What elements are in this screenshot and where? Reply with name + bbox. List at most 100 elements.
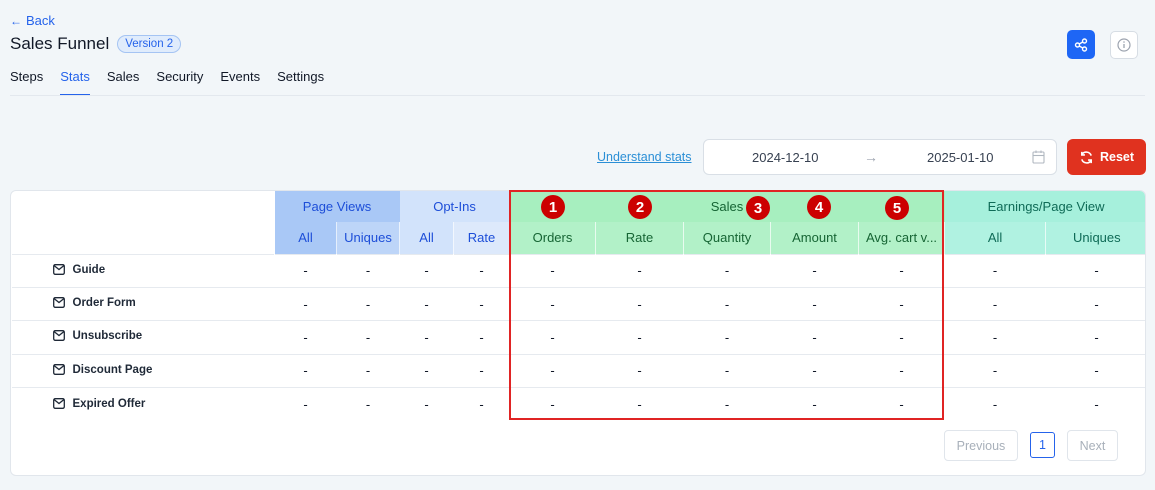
col-sales-quantity[interactable]: Quantity — [683, 222, 771, 254]
previous-page-button[interactable]: Previous — [944, 430, 1018, 461]
col-page-views-uniques[interactable]: Uniques — [335, 222, 400, 254]
info-button[interactable] — [1110, 31, 1138, 59]
col-earnings-all[interactable]: All — [944, 222, 1046, 254]
stat-cell: - — [683, 387, 771, 421]
mail-icon — [52, 263, 65, 278]
col-opt-ins-rate[interactable]: Rate — [453, 222, 510, 254]
stat-cell: - — [1045, 253, 1145, 288]
arrow-right-icon: → — [864, 149, 878, 165]
opt-ins-group-header: Opt-Ins — [399, 191, 510, 222]
arrow-left-icon: ← — [10, 13, 22, 28]
page-title: Sales Funnel — [10, 34, 110, 53]
stat-cell: - — [336, 353, 400, 388]
stat-cell: - — [399, 387, 454, 421]
table-row[interactable]: Discount Page - - - - - - - - - - - — [11, 353, 1145, 388]
stat-cell: - — [336, 387, 400, 421]
stat-cell: - — [595, 253, 684, 288]
table-row[interactable]: Order Form - - - - - - - - - - - — [11, 286, 1145, 321]
tabs-divider — [10, 95, 1145, 96]
col-sales-avg-cart[interactable]: Avg. cart v... — [858, 222, 945, 254]
share-button[interactable] — [1067, 30, 1095, 59]
stat-cell: - — [858, 253, 945, 288]
mail-icon — [52, 297, 65, 311]
step-name-cell: Guide — [11, 253, 275, 288]
stat-cell: - — [944, 253, 1046, 288]
stat-cell: - — [453, 387, 510, 421]
stat-cell: - — [683, 320, 771, 355]
stat-cell: - — [453, 353, 510, 388]
reset-button[interactable]: Reset — [1067, 139, 1146, 175]
understand-stats-link[interactable]: Understand stats — [597, 150, 692, 164]
title-row: Sales Funnel Version 2 — [10, 34, 182, 54]
stat-cell: - — [274, 387, 337, 421]
step-name: Expired Offer — [72, 397, 146, 410]
date-range-picker[interactable]: 2024-12-10 → 2025-01-10 — [703, 139, 1057, 175]
col-page-views-all[interactable]: All — [274, 222, 337, 254]
stat-cell: - — [683, 353, 771, 388]
share-icon — [1074, 37, 1088, 52]
stat-cell: - — [274, 286, 337, 321]
col-earnings-uniques[interactable]: Uniques — [1045, 222, 1145, 254]
tab-settings[interactable]: Settings — [277, 68, 324, 96]
stat-cell: - — [944, 387, 1046, 421]
next-page-button[interactable]: Next — [1067, 430, 1118, 461]
stat-cell: - — [770, 320, 859, 355]
step-name-cell: Unsubscribe — [11, 320, 275, 355]
marker-5: 5 — [885, 196, 909, 220]
page-views-group-header: Page Views — [274, 191, 400, 222]
mail-icon — [52, 330, 65, 344]
stat-cell: - — [509, 353, 596, 388]
stat-cell: - — [595, 286, 684, 321]
stat-cell: - — [509, 286, 596, 321]
stat-cell: - — [274, 353, 337, 388]
stat-cell: - — [453, 286, 510, 321]
stat-cell: - — [858, 286, 945, 321]
stat-cell: - — [1045, 353, 1145, 388]
tab-events[interactable]: Events — [220, 68, 260, 96]
stat-cell: - — [858, 387, 945, 421]
stat-cell: - — [595, 320, 684, 355]
tab-security[interactable]: Security — [156, 68, 203, 96]
tab-steps[interactable]: Steps — [10, 68, 43, 96]
stats-table-body: Guide - - - - - - - - - - - Order Form - - - - - - - - - - - Uns… — [11, 253, 1145, 421]
step-name: Guide — [72, 263, 106, 276]
col-sales-rate[interactable]: Rate — [595, 222, 684, 254]
tab-stats[interactable]: Stats — [60, 68, 90, 96]
stat-cell: - — [509, 253, 596, 288]
step-name: Unsubscribe — [72, 330, 143, 343]
marker-2: 2 — [628, 195, 652, 219]
row-name-subheader — [11, 222, 275, 254]
table-row[interactable]: Unsubscribe - - - - - - - - - - - — [11, 320, 1145, 355]
calendar-icon — [1032, 150, 1045, 164]
col-sales-amount[interactable]: Amount — [770, 222, 859, 254]
step-name-cell: Discount Page — [11, 353, 275, 388]
table-row[interactable]: Guide - - - - - - - - - - - — [11, 253, 1145, 288]
date-from-field[interactable]: 2024-12-10 — [752, 150, 819, 165]
stat-cell: - — [1045, 387, 1145, 421]
page-number-button[interactable]: 1 — [1030, 432, 1055, 458]
col-sales-orders[interactable]: Orders — [509, 222, 596, 254]
stat-cell: - — [683, 253, 771, 288]
tab-sales[interactable]: Sales — [107, 68, 140, 96]
tab-bar: Steps Stats Sales Security Events Settin… — [10, 68, 341, 96]
row-name-header — [12, 191, 275, 222]
version-badge: Version 2 — [117, 35, 182, 53]
stat-cell: - — [595, 387, 684, 421]
mail-icon — [52, 397, 65, 412]
stat-cell: - — [944, 353, 1046, 388]
back-link[interactable]: ← Back — [10, 13, 55, 28]
stat-cell: - — [595, 353, 684, 388]
stat-cell: - — [770, 286, 859, 321]
step-name-cell: Order Form — [11, 286, 275, 321]
stat-cell: - — [399, 286, 454, 321]
stat-cell: - — [509, 387, 596, 421]
stat-cell: - — [858, 353, 945, 388]
col-opt-ins-all[interactable]: All — [399, 222, 454, 254]
refresh-icon — [1080, 150, 1092, 164]
back-label: Back — [26, 13, 55, 28]
step-name-cell: Expired Offer — [11, 387, 275, 421]
stat-cell: - — [274, 320, 337, 355]
sales-group-header: Sales — [509, 191, 945, 222]
table-row[interactable]: Expired Offer - - - - - - - - - - - — [11, 387, 1145, 421]
date-to-field[interactable]: 2025-01-10 — [927, 150, 994, 165]
